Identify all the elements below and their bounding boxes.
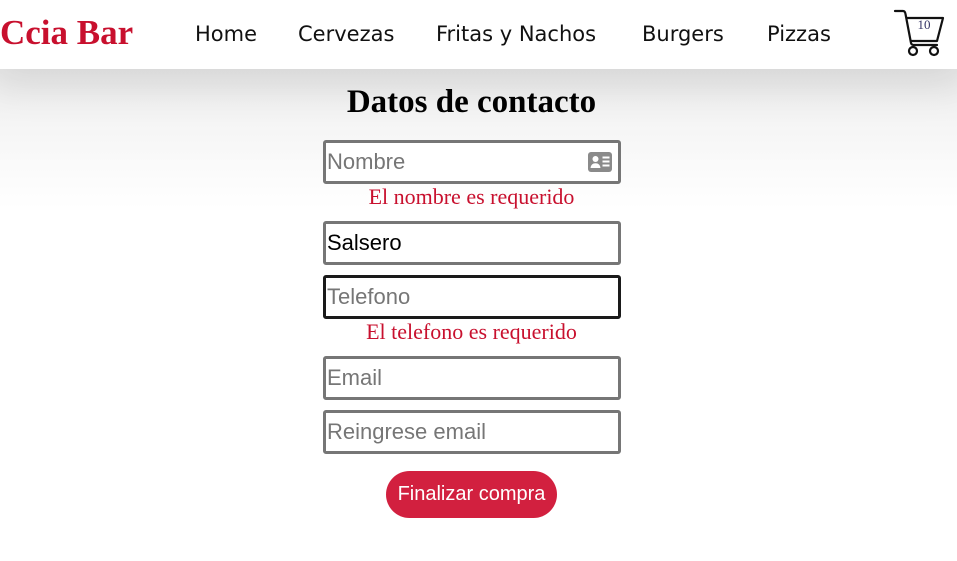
cart-button[interactable]: 10 <box>893 8 945 58</box>
finalizar-compra-button[interactable]: Finalizar compra <box>386 471 557 518</box>
nav-link-cervezas[interactable]: Cervezas <box>298 18 394 50</box>
telefono-error-message: El telefono es requerido <box>366 319 577 344</box>
telefono-input[interactable] <box>323 275 621 319</box>
nav-link-pizzas[interactable]: Pizzas <box>767 18 831 50</box>
id-card-icon <box>587 151 613 178</box>
nombre-error-message: El nombre es requerido <box>368 184 575 209</box>
navbar: Ccia Bar Home Cervezas Fritas y Nachos B… <box>0 0 957 69</box>
email-confirm-input[interactable] <box>323 410 621 454</box>
nav-link-burgers[interactable]: Burgers <box>642 18 724 50</box>
email-input[interactable] <box>323 356 621 400</box>
form-title: Datos de contacto <box>346 84 597 120</box>
nav-link-fritas-y-nachos[interactable]: Fritas y Nachos <box>436 18 596 50</box>
nombre-input[interactable] <box>323 140 621 184</box>
brand-logo[interactable]: Ccia Bar <box>0 12 133 54</box>
shopping-cart-icon <box>893 9 945 57</box>
cart-count-badge: 10 <box>917 17 931 32</box>
nav-link-home[interactable]: Home <box>195 18 257 50</box>
apellido-input[interactable] <box>323 221 621 265</box>
